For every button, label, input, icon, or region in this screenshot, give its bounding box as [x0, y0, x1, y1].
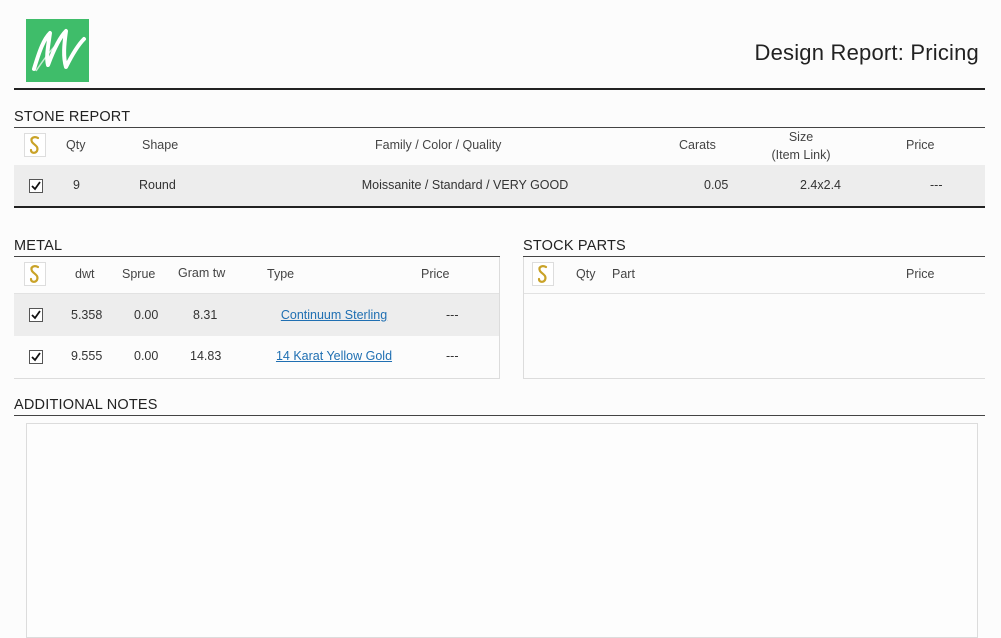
col-header-size-sub: (Item Link) — [771, 148, 831, 162]
notes-textarea[interactable] — [26, 423, 978, 638]
row-checkbox[interactable] — [29, 308, 43, 322]
stone-qty: 9 — [73, 178, 80, 192]
metal-dwt: 5.358 — [71, 308, 103, 322]
stock-section-title: STOCK PARTS — [523, 238, 626, 254]
metal-dwt: 9.555 — [71, 349, 103, 363]
stone-carats: 0.05 — [704, 178, 729, 192]
header-divider — [14, 88, 985, 90]
header-divider — [524, 293, 985, 294]
stone-section-bottom — [14, 206, 985, 208]
col-header-price: Price — [906, 267, 935, 281]
stone-size-link[interactable]: 2.4x2.4 — [800, 178, 841, 192]
supplier-s-icon[interactable] — [24, 133, 46, 157]
col-header-gram: Gram tw — [178, 266, 226, 280]
metal-gram: 8.31 — [193, 308, 218, 322]
col-header-family: Family / Color / Quality — [375, 138, 502, 152]
col-header-shape: Shape — [142, 138, 179, 152]
col-header-size: Size — [788, 130, 814, 144]
col-header-qty: Qty — [576, 267, 596, 281]
col-header-dwt: dwt — [75, 267, 95, 281]
col-header-price: Price — [421, 267, 450, 281]
col-header-sprue: Sprue — [122, 267, 156, 281]
supplier-s-icon[interactable] — [24, 262, 46, 286]
metal-type-link[interactable]: 14 Karat Yellow Gold — [264, 349, 404, 363]
stone-family: Moissanite / Standard / VERY GOOD — [361, 178, 569, 192]
m-logo-icon — [32, 29, 86, 72]
brand-logo — [26, 19, 89, 82]
metal-sprue: 0.00 — [134, 349, 159, 363]
metal-price: --- — [446, 349, 459, 363]
col-header-price: Price — [906, 138, 935, 152]
notes-section-title: ADDITIONAL NOTES — [14, 397, 158, 413]
metal-type-link[interactable]: Continuum Sterling — [268, 308, 400, 322]
col-header-part: Part — [612, 267, 635, 281]
metal-price: --- — [446, 308, 459, 322]
metal-sprue: 0.00 — [134, 308, 159, 322]
notes-section-rule — [14, 415, 985, 416]
col-header-carats: Carats — [679, 138, 716, 152]
stone-shape: Round — [139, 178, 176, 192]
stone-section-rule — [14, 127, 985, 128]
metal-gram: 14.83 — [190, 349, 222, 363]
page-title: Design Report: Pricing — [754, 40, 979, 65]
stone-section-title: STONE REPORT — [14, 109, 131, 125]
row-checkbox[interactable] — [29, 179, 43, 193]
row-checkbox[interactable] — [29, 350, 43, 364]
metal-section-title: METAL — [14, 238, 63, 254]
col-header-qty: Qty — [66, 138, 86, 152]
supplier-s-icon[interactable] — [532, 262, 554, 286]
col-header-type: Type — [267, 267, 295, 281]
stone-price: --- — [930, 178, 943, 192]
